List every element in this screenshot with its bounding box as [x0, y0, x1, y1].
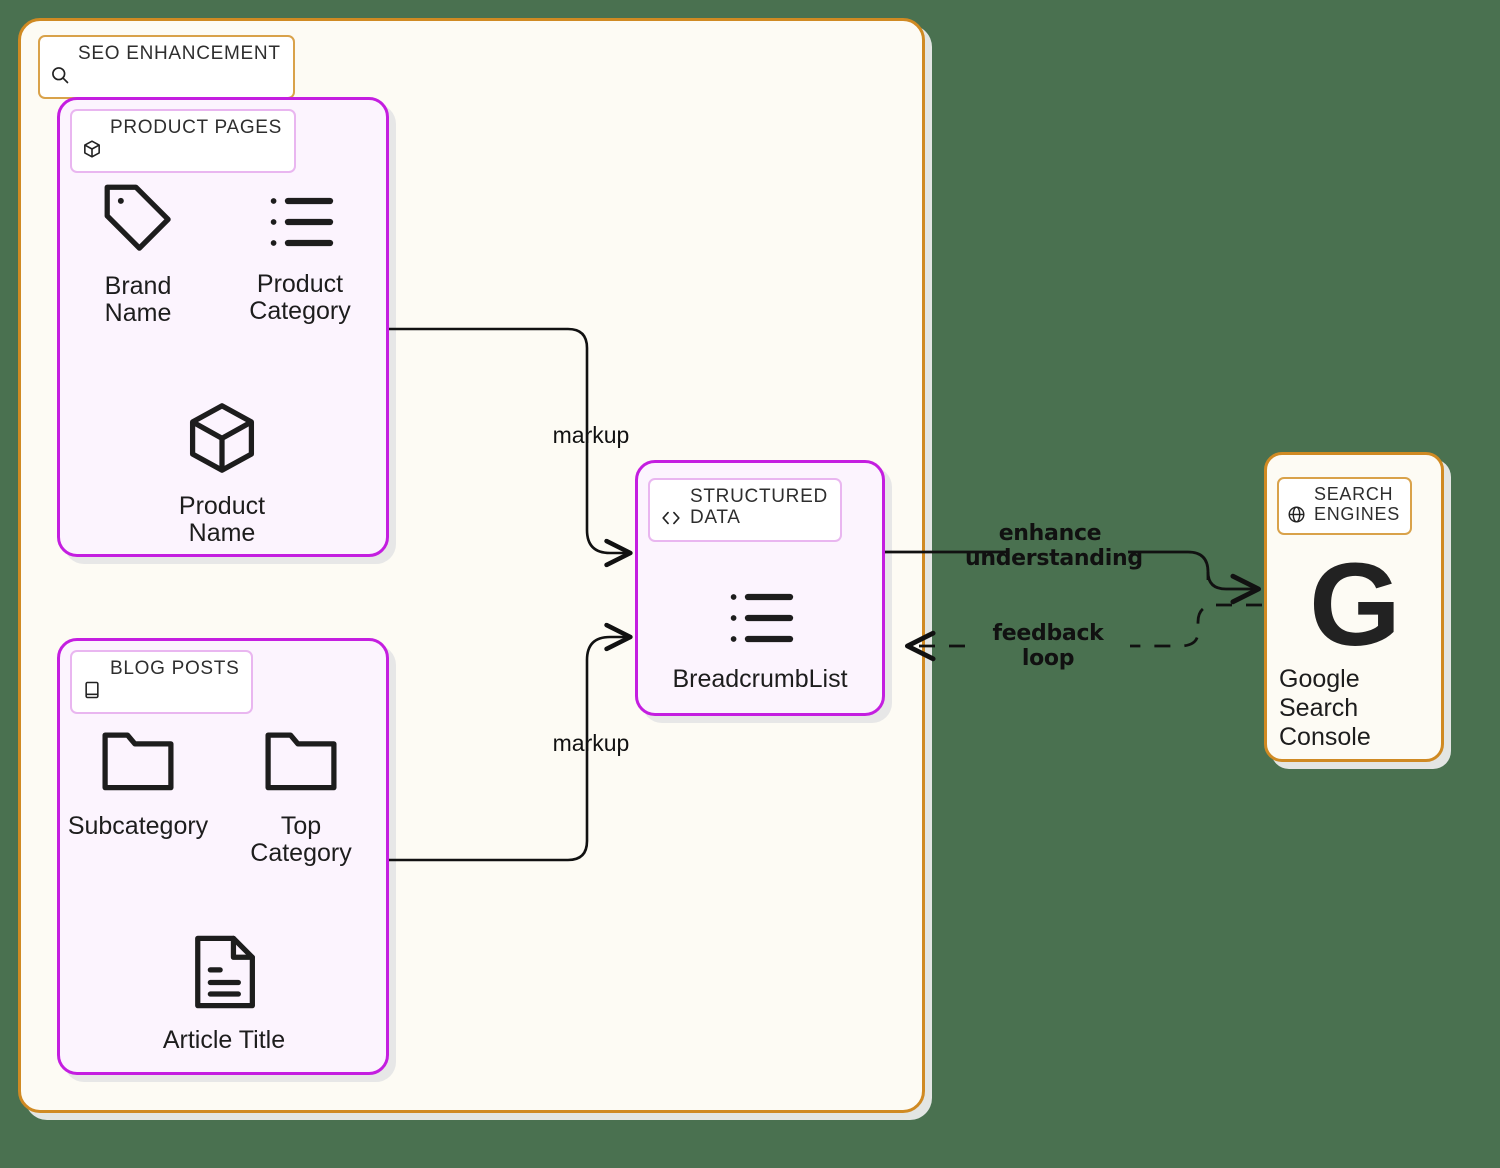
node-subcategory-label: Subcategory	[67, 812, 209, 840]
node-product-category-label: Product Category	[249, 270, 351, 325]
edge-label-feedback-loop: feedback loop	[992, 621, 1104, 671]
node-google-search-console-label: Google Search Console	[1279, 665, 1371, 752]
badge-seo-enhancement-label: SEO ENHANCEMENT	[78, 43, 281, 64]
document-icon	[187, 930, 261, 1019]
folder-icon	[96, 722, 180, 805]
edge-label-product-markup: markup	[552, 422, 630, 448]
node-article-title[interactable]: Article Title	[152, 930, 296, 1054]
node-brand-name-label: Brand Name	[104, 272, 172, 327]
badge-blog-posts[interactable]: BLOG POSTS	[70, 650, 254, 714]
diagram-canvas: SEO ENHANCEMENT PRODUCT PAGES Brand Name	[0, 0, 1500, 1168]
badge-structured-data[interactable]: STRUCTURED DATA	[648, 478, 842, 542]
node-top-category-label: Top Category	[250, 812, 352, 867]
edge-structured-to-search-tail	[1206, 571, 1262, 605]
list-icon	[721, 582, 799, 659]
list-icon	[261, 186, 339, 263]
tag-icon	[96, 176, 180, 265]
node-breadcrumb-list-label: BreadcrumbList	[672, 665, 848, 693]
book-icon	[82, 659, 102, 706]
search-icon	[50, 44, 70, 91]
folder-icon	[259, 722, 343, 805]
globe-icon	[1287, 485, 1306, 528]
badge-search-engines[interactable]: SEARCH ENGINES	[1277, 477, 1412, 536]
node-product-category[interactable]: Product Category	[232, 186, 368, 325]
cube-icon	[180, 396, 264, 485]
package-icon	[82, 118, 102, 165]
edge-label-blog-markup: markup	[552, 730, 630, 756]
code-brackets-icon	[660, 487, 682, 534]
node-subcategory[interactable]: Subcategory	[66, 722, 210, 840]
node-breadcrumb-list[interactable]: BreadcrumbList	[672, 582, 848, 694]
node-article-title-label: Article Title	[162, 1026, 286, 1054]
badge-search-engines-label: SEARCH ENGINES	[1314, 484, 1400, 525]
badge-product-pages[interactable]: PRODUCT PAGES	[70, 109, 297, 173]
node-brand-name[interactable]: Brand Name	[68, 176, 208, 327]
badge-product-pages-label: PRODUCT PAGES	[110, 117, 283, 138]
node-top-category[interactable]: Top Category	[234, 722, 368, 867]
node-product-name-label: Product Name	[178, 492, 266, 547]
badge-blog-posts-label: BLOG POSTS	[110, 658, 240, 679]
google-g-icon: G	[1309, 539, 1401, 671]
badge-structured-data-label: STRUCTURED DATA	[690, 486, 828, 529]
edge-label-enhance-understanding: enhance understanding	[965, 521, 1143, 571]
badge-seo-enhancement[interactable]: SEO ENHANCEMENT	[38, 35, 295, 99]
node-product-name[interactable]: Product Name	[152, 396, 292, 547]
node-google-search-console[interactable]: G Google Search Console	[1279, 539, 1429, 752]
